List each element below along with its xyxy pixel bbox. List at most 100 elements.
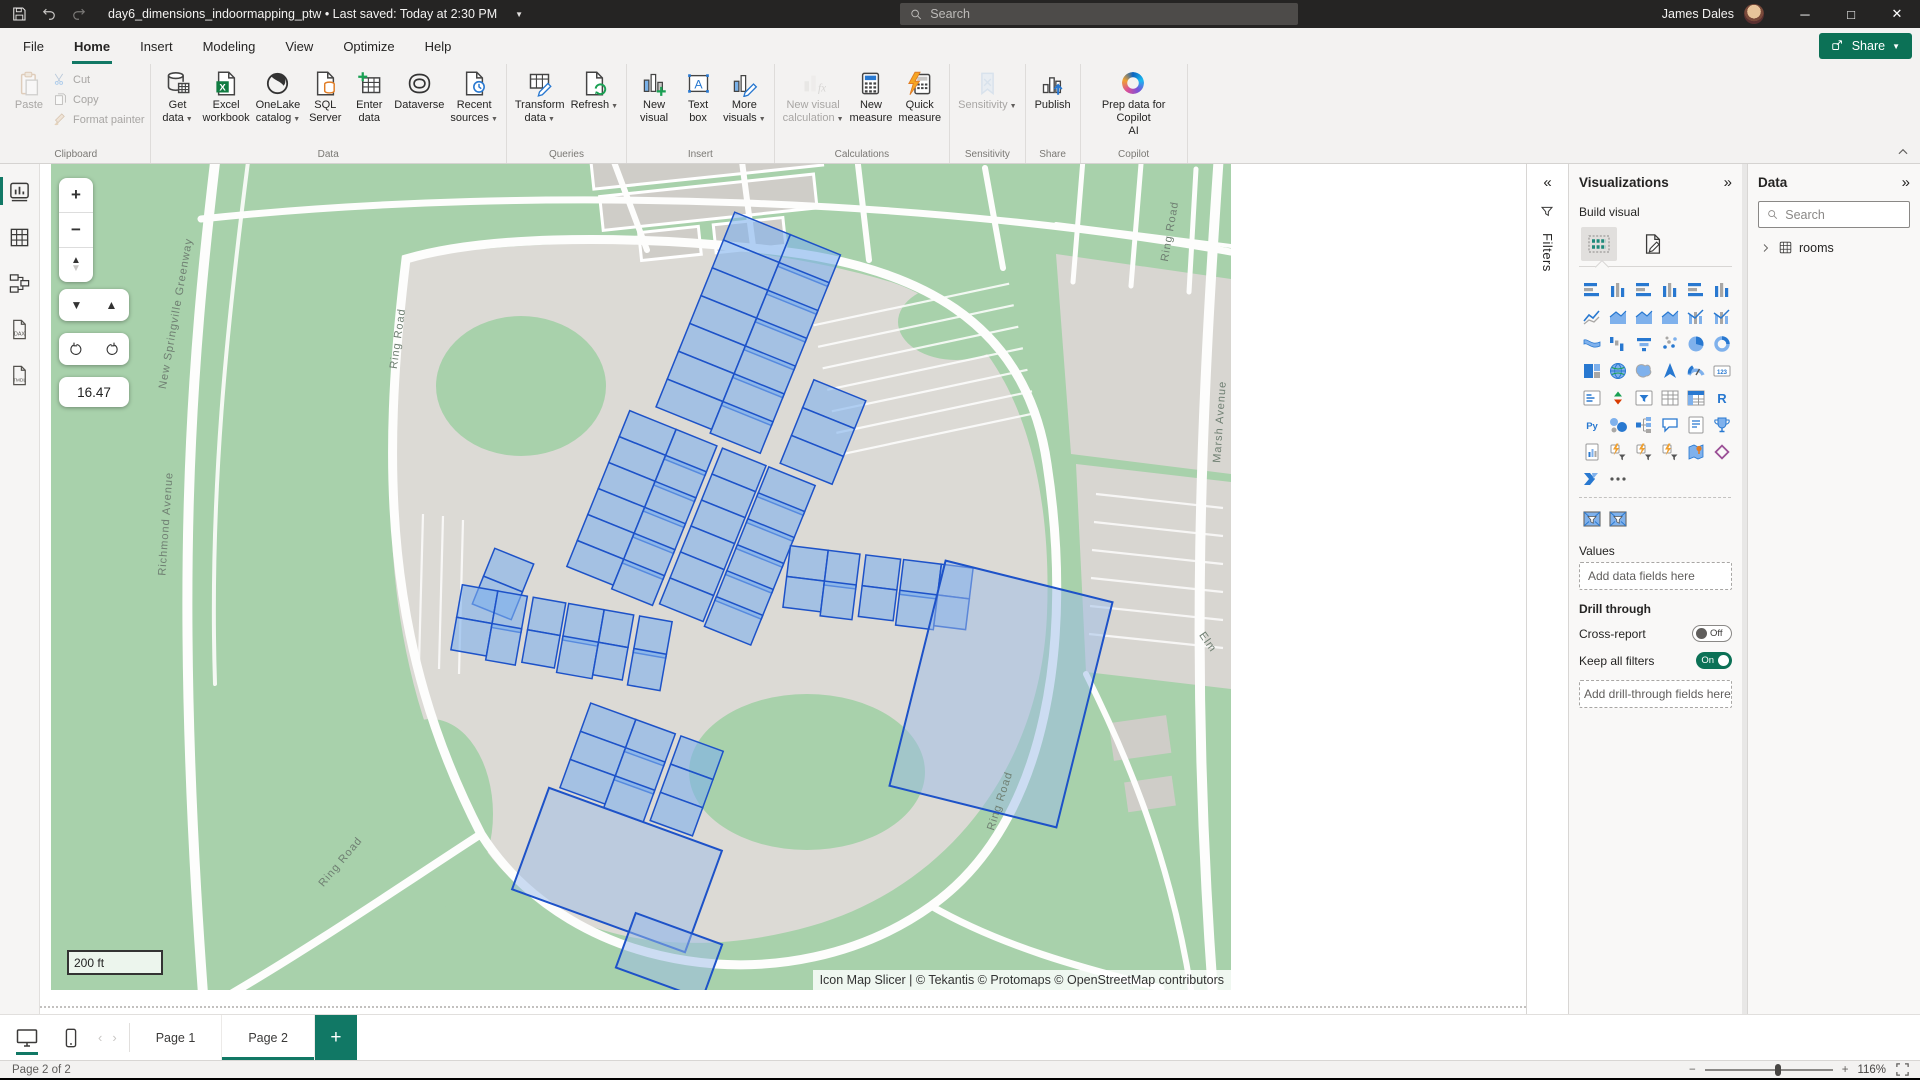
visual-scatter-chart-icon[interactable] (1657, 330, 1683, 357)
transform-data-button[interactable]: Transformdata▼ (512, 67, 568, 126)
visual-ribbon-chart-icon[interactable] (1579, 330, 1605, 357)
visual-funnel-chart-icon[interactable] (1631, 330, 1657, 357)
collapse-ribbon-button[interactable] (1896, 145, 1910, 157)
expand-filters-icon[interactable]: « (1543, 174, 1551, 191)
minimize-button[interactable]: ─ (1782, 0, 1828, 28)
visual-deneb-icon[interactable] (1709, 438, 1735, 465)
sensitivity-button[interactable]: Sensitivity▼ (955, 67, 1019, 113)
visual-icon-map-slicer-2-icon[interactable] (1605, 505, 1631, 532)
visual-icon-map-slicer-icon[interactable] (1579, 505, 1605, 532)
rotate-ccw-button[interactable] (59, 333, 94, 365)
visual-clustered-bar-chart-icon[interactable] (1631, 276, 1657, 303)
prev-page-arrow[interactable]: ‹ (98, 1030, 102, 1045)
desktop-view-icon[interactable] (14, 1025, 40, 1051)
visual-q-and-a-icon[interactable] (1657, 411, 1683, 438)
visual-map-icon[interactable] (1605, 357, 1631, 384)
visual-gauge-icon[interactable] (1683, 357, 1709, 384)
visual-r-script-visual-icon[interactable]: R (1709, 384, 1735, 411)
visual-matrix-icon[interactable] (1683, 384, 1709, 411)
visual-python-visual-icon[interactable]: Py (1579, 411, 1605, 438)
user-avatar[interactable] (1744, 4, 1764, 24)
visual-azure-map-icon[interactable] (1657, 357, 1683, 384)
refresh-button[interactable]: Refresh▼ (568, 67, 621, 113)
format-painter-button[interactable]: Format painter (53, 111, 145, 128)
visual-donut-chart-icon[interactable] (1709, 330, 1735, 357)
zoom-in-canvas[interactable]: + (1842, 1064, 1849, 1076)
visual-hundred-stacked-bar-chart-icon[interactable] (1683, 276, 1709, 303)
get-data-button[interactable]: Getdata▼ (156, 67, 200, 126)
ribbon-tab-home[interactable]: Home (59, 30, 125, 64)
visual-treemap-icon[interactable] (1579, 357, 1605, 384)
next-page-arrow[interactable]: › (112, 1030, 116, 1045)
user-name[interactable]: James Dales (1662, 7, 1734, 21)
zoom-out-canvas[interactable]: − (1689, 1064, 1696, 1076)
visual-list-slicer-icon[interactable] (1657, 438, 1683, 465)
copy-button[interactable]: Copy (53, 91, 145, 108)
visual-hundred-stacked-area-chart-icon[interactable] (1657, 303, 1683, 330)
add-page-button[interactable]: + (315, 1015, 357, 1060)
visual-multi-row-card-icon[interactable] (1579, 384, 1605, 411)
page-tab-page-2[interactable]: Page 2 (222, 1015, 315, 1060)
visual-table-icon[interactable] (1657, 384, 1683, 411)
sql-server-button[interactable]: SQLServer (303, 67, 347, 125)
visual-icon-map-icon[interactable] (1683, 438, 1709, 465)
cut-button[interactable]: Cut (53, 71, 145, 88)
filter-icon[interactable] (1540, 204, 1556, 220)
build-visual-tab[interactable] (1581, 227, 1617, 261)
visual-clustered-column-chart-icon[interactable] (1657, 276, 1683, 303)
mobile-view-icon[interactable] (58, 1025, 84, 1051)
ribbon-tab-help[interactable]: Help (410, 30, 467, 64)
pitch-down-button[interactable]: ▼ (59, 289, 94, 321)
onelake-catalog-button[interactable]: OneLakecatalog▼ (253, 67, 304, 126)
maximize-button[interactable]: □ (1828, 0, 1874, 28)
visual-line-and-clustered-column-chart-icon[interactable] (1709, 303, 1735, 330)
close-button[interactable]: ✕ (1874, 0, 1920, 28)
share-button[interactable]: Share▼ (1819, 33, 1912, 59)
visual-button-slicer-icon[interactable] (1605, 438, 1631, 465)
visual-line-chart-icon[interactable] (1579, 303, 1605, 330)
prep-data-for-copilot-ai-button[interactable]: Prep data for CopilotAI (1086, 67, 1182, 138)
undo-icon[interactable] (40, 5, 58, 23)
recent-sources-button[interactable]: Recentsources▼ (447, 67, 500, 126)
redo-icon[interactable] (70, 5, 88, 23)
new-visual-calculation-button[interactable]: fxNew visualcalculation▼ (780, 67, 847, 126)
visual-hundred-stacked-column-chart-icon[interactable] (1709, 276, 1735, 303)
sidebar-dax-query-view[interactable]: DAX (0, 310, 40, 348)
text-box-button[interactable]: ATextbox (676, 67, 720, 125)
new-measure-button[interactable]: Newmeasure (847, 67, 896, 125)
report-canvas[interactable]: New Springville GreenwayRichmond AvenueR… (40, 164, 1526, 1014)
visual-smart-narrative-icon[interactable] (1683, 411, 1709, 438)
data-table-rooms[interactable]: rooms (1758, 228, 1910, 255)
quick-measure-button[interactable]: Quickmeasure (895, 67, 944, 125)
format-visual-tab[interactable] (1635, 227, 1671, 261)
visual-get-more-visuals-icon[interactable] (1605, 465, 1631, 492)
visual-kpi-icon[interactable] (1605, 384, 1631, 411)
map[interactable]: New Springville GreenwayRichmond AvenueR… (51, 164, 1231, 990)
sidebar-table-view[interactable] (0, 218, 40, 256)
visual-waterfall-chart-icon[interactable] (1605, 330, 1631, 357)
visual-decomposition-tree-icon[interactable] (1631, 411, 1657, 438)
collapse-visualizations-icon[interactable]: » (1724, 174, 1732, 191)
sidebar-report-view[interactable] (0, 172, 40, 210)
new-visual-button[interactable]: Newvisual (632, 67, 676, 125)
ribbon-tab-view[interactable]: View (270, 30, 328, 64)
title-dropdown-caret[interactable]: ▼ (515, 10, 523, 19)
ribbon-tab-modeling[interactable]: Modeling (188, 30, 271, 64)
pitch-toggle-button[interactable]: ▲▼ (59, 248, 93, 282)
drill-through-field-well[interactable]: Add drill-through fields here (1579, 680, 1732, 708)
pitch-up-button[interactable]: ▲ (94, 289, 129, 321)
dataverse-button[interactable]: Dataverse (391, 67, 447, 112)
excel-workbook-button[interactable]: XExcelworkbook (200, 67, 253, 125)
sidebar-model-view[interactable] (0, 264, 40, 302)
zoom-out-button[interactable]: − (59, 213, 93, 247)
paste-button[interactable]: Paste (7, 67, 51, 112)
visual-card-icon[interactable]: 123 (1709, 357, 1735, 384)
filters-pane-label[interactable]: Filters (1540, 233, 1555, 272)
visual-area-chart-icon[interactable] (1605, 303, 1631, 330)
global-search[interactable] (900, 3, 1298, 25)
visual-slicer-icon[interactable] (1631, 384, 1657, 411)
publish-button[interactable]: Publish (1031, 67, 1075, 112)
more-visuals-button[interactable]: Morevisuals▼ (720, 67, 769, 126)
visual-power-automate-icon[interactable] (1579, 465, 1605, 492)
sidebar-tmdl-view[interactable]: TMDL (0, 356, 40, 394)
